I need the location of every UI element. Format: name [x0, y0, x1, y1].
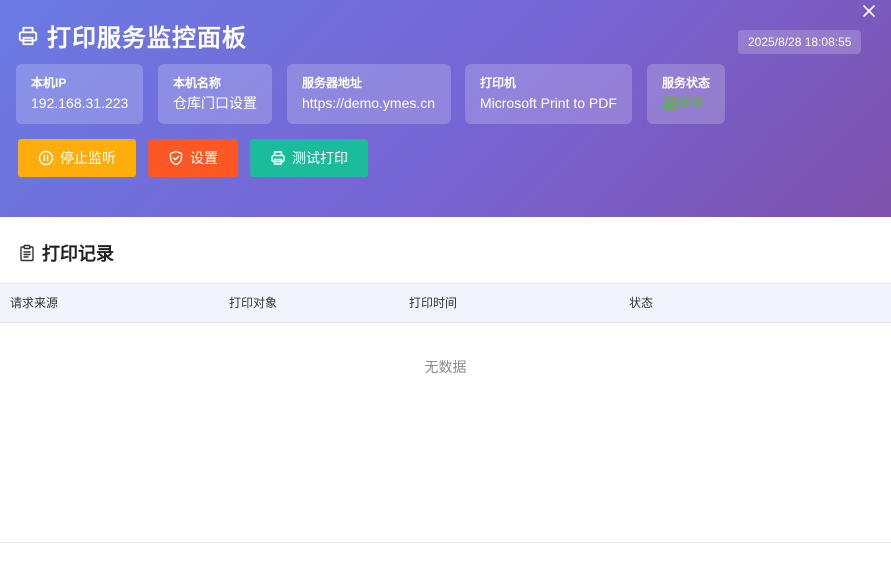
card-printer: 打印机 Microsoft Print to PDF	[465, 64, 632, 124]
page-title: 打印服务监控面板	[47, 25, 247, 52]
stop-listening-button[interactable]: 停止监听	[18, 139, 136, 177]
card-label: 打印机	[480, 76, 517, 90]
empty-state-text: 无数据	[424, 359, 467, 375]
card-label: 服务器地址	[302, 76, 363, 90]
records-table-header: 请求来源 打印对象 打印时间 状态	[0, 283, 891, 323]
settings-button[interactable]: 设置	[148, 139, 238, 177]
test-print-label: 测试打印	[292, 150, 348, 166]
settings-label: 设置	[190, 150, 218, 166]
close-icon[interactable]	[861, 3, 877, 19]
column-header-target[interactable]: 打印对象	[229, 284, 277, 322]
card-value: Microsoft Print to PDF	[480, 95, 617, 111]
printer-icon	[18, 26, 38, 45]
datetime-badge: 2025/8/28 18:08:55	[738, 30, 862, 54]
card-server-address: 服务器地址 https://demo.ymes.cn	[287, 64, 451, 124]
printer-icon	[271, 151, 285, 165]
clipboard-icon	[20, 244, 34, 262]
status-value: 监听中	[662, 95, 704, 111]
card-value: https://demo.ymes.cn	[302, 95, 436, 111]
column-header-status[interactable]: 状态	[629, 284, 653, 322]
card-label: 本机IP	[31, 76, 67, 90]
column-header-source[interactable]: 请求来源	[10, 284, 58, 322]
card-value: 仓库门口设置	[173, 95, 257, 111]
title-row: 打印服务监控面板	[17, 18, 247, 53]
records-title: 打印记录	[42, 244, 114, 264]
card-host-name: 本机名称 仓库门口设置	[158, 64, 272, 124]
card-value: 192.168.31.223	[31, 95, 129, 111]
card-local-ip: 本机IP 192.168.31.223	[16, 64, 143, 124]
pause-circle-icon	[38, 150, 54, 166]
card-label: 本机名称	[173, 76, 222, 90]
test-print-button[interactable]: 测试打印	[250, 139, 368, 177]
divider	[0, 542, 891, 543]
card-label: 服务状态	[662, 76, 711, 90]
shield-check-icon	[169, 150, 183, 166]
stop-listening-label: 停止监听	[60, 150, 116, 166]
card-service-status: 服务状态 监听中	[647, 64, 725, 124]
header-panel: 打印服务监控面板 2025/8/28 18:08:55 本机IP 192.168…	[0, 0, 891, 217]
records-section-title: 打印记录	[18, 240, 114, 266]
column-header-time[interactable]: 打印时间	[409, 284, 457, 322]
